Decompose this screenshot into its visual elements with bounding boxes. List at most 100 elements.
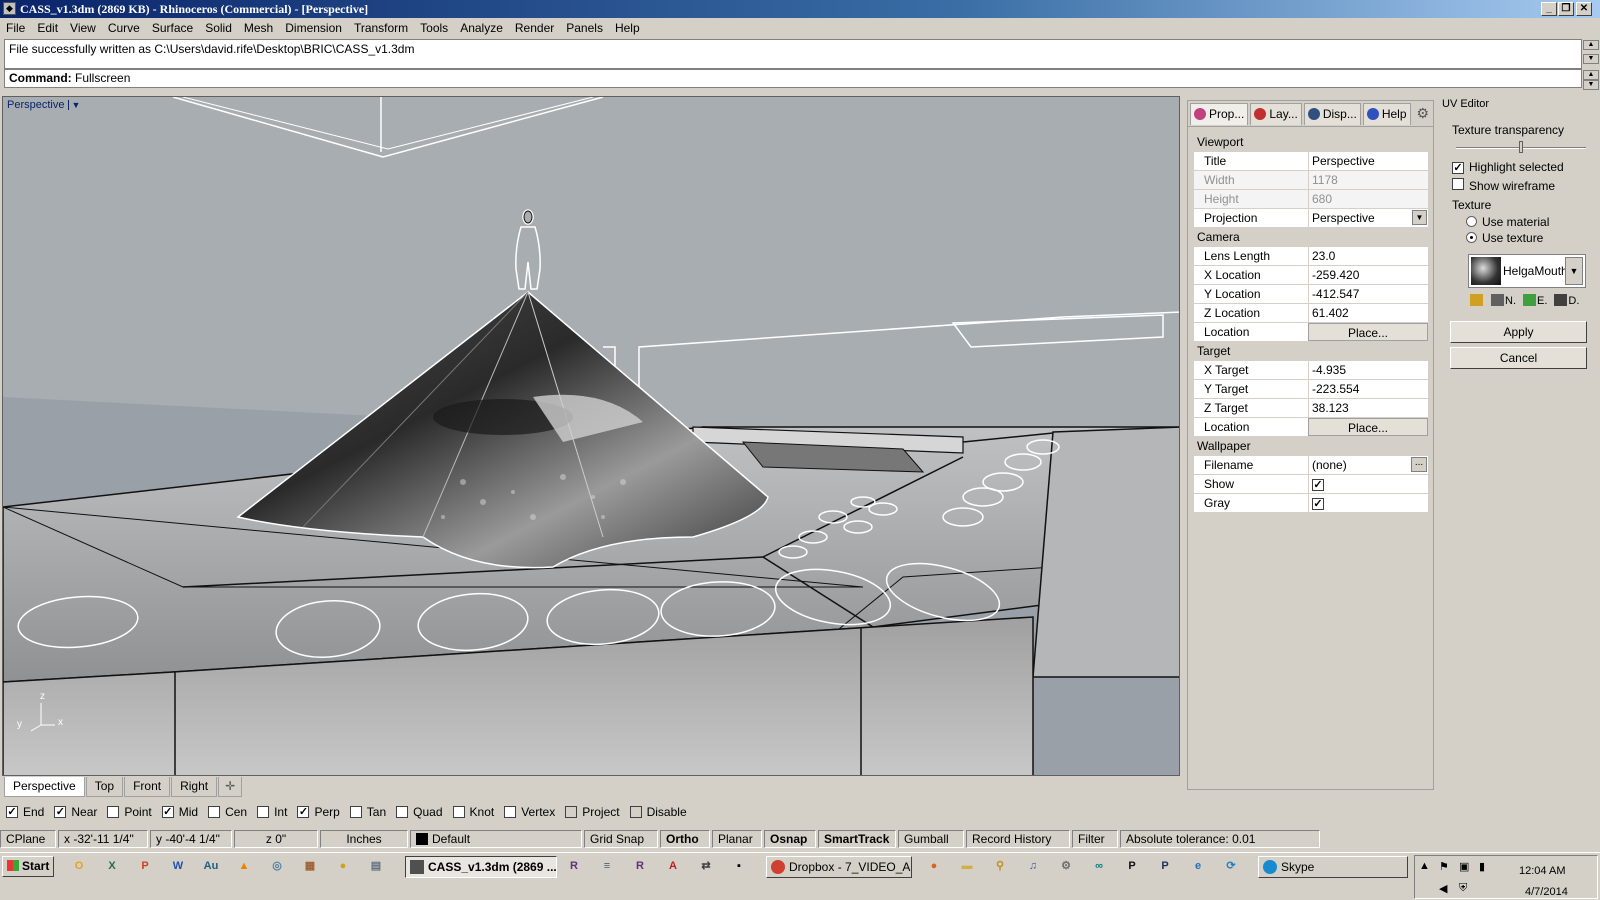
scroll-up-icon[interactable]: ▲ xyxy=(1583,70,1599,80)
use-material-radio[interactable] xyxy=(1466,216,1477,227)
outlook-icon[interactable]: O xyxy=(70,858,88,875)
chevron-up-icon[interactable]: ▲ xyxy=(1419,860,1430,872)
osnap-perp[interactable]: ✓ Perp xyxy=(297,805,340,819)
camera-place-button[interactable]: Place... xyxy=(1308,323,1428,341)
network-icon[interactable]: ▮ xyxy=(1479,860,1485,873)
record-history-toggle[interactable]: Record History xyxy=(966,830,1070,848)
planar-toggle[interactable]: Planar xyxy=(712,830,762,848)
p-icon-1[interactable]: P xyxy=(1123,858,1141,875)
osnap-end[interactable]: ✓ End xyxy=(6,805,44,819)
lens-length-field[interactable]: 23.0 xyxy=(1308,247,1428,265)
cmd-icon[interactable]: ▪ xyxy=(730,858,748,875)
osnap-checkbox[interactable]: ✓ xyxy=(6,806,18,818)
menu-edit[interactable]: Edit xyxy=(37,21,58,35)
taskbar-button-chrome[interactable]: Dropbox - 7_VIDEO_A... xyxy=(766,856,912,878)
tab-help[interactable]: Help xyxy=(1362,102,1411,125)
app-icon-3[interactable]: ● xyxy=(334,858,352,875)
ortho-toggle[interactable]: Ortho xyxy=(660,830,710,848)
command-line[interactable]: Command: Fullscreen ▲ ▼ xyxy=(4,69,1599,90)
switch-icon[interactable]: ⇄ xyxy=(697,858,715,875)
gray-checkbox[interactable]: ✓ xyxy=(1312,498,1324,510)
osnap-near[interactable]: ✓ Near xyxy=(54,805,97,819)
osnap-point[interactable]: Point xyxy=(107,805,152,819)
z-location-field[interactable]: 61.402 xyxy=(1308,304,1428,322)
app-icon-2[interactable]: ▦ xyxy=(301,858,319,875)
show-checkbox[interactable]: ✓ xyxy=(1312,479,1324,491)
search-icon[interactable]: ⚲ xyxy=(991,858,1009,875)
osnap-quad[interactable]: Quad xyxy=(396,805,443,819)
y-location-field[interactable]: -412.547 xyxy=(1308,285,1428,303)
apply-button[interactable]: Apply xyxy=(1450,321,1587,343)
itunes-icon[interactable]: ♫ xyxy=(1024,858,1042,875)
osnap-checkbox[interactable] xyxy=(396,806,409,818)
volume-icon[interactable]: ◀ xyxy=(1439,882,1447,895)
menu-curve[interactable]: Curve xyxy=(108,21,140,35)
osnap-tan[interactable]: Tan xyxy=(349,805,386,819)
command-input[interactable]: Fullscreen xyxy=(75,71,130,85)
gear-icon[interactable]: ⚙ xyxy=(1417,105,1430,122)
folder-texture-button[interactable] xyxy=(1470,294,1484,307)
target-place-button[interactable]: Place... xyxy=(1308,418,1428,436)
highlight-checkbox[interactable]: ✓ xyxy=(1452,162,1464,174)
audition-icon[interactable]: Au xyxy=(202,858,220,875)
scroll-down-icon[interactable]: ▼ xyxy=(1583,80,1599,90)
osnap-checkbox[interactable] xyxy=(107,806,120,818)
menu-file[interactable]: File xyxy=(6,21,25,35)
wallpaper-filename-field[interactable]: (none)... xyxy=(1308,456,1428,474)
osnap-knot[interactable]: Knot xyxy=(452,805,494,819)
refresh-icon[interactable]: ⟳ xyxy=(1222,858,1240,875)
start-button[interactable]: Start xyxy=(2,856,54,877)
firefox-icon[interactable]: ● xyxy=(925,858,943,875)
menu-analyze[interactable]: Analyze xyxy=(460,21,503,35)
menu-surface[interactable]: Surface xyxy=(152,21,193,35)
vlc-icon[interactable]: ▲ xyxy=(235,858,253,875)
use-texture-radio[interactable] xyxy=(1466,232,1477,243)
minimize-icon[interactable]: _ xyxy=(1541,2,1557,16)
osnap-cen[interactable]: Cen xyxy=(208,805,247,819)
viewport-title-field[interactable]: Perspective xyxy=(1308,152,1428,170)
wireframe-checkbox[interactable] xyxy=(1452,178,1464,190)
menu-solid[interactable]: Solid xyxy=(205,21,232,35)
osnap-checkbox[interactable] xyxy=(349,806,362,818)
osnap-vertex[interactable]: Vertex xyxy=(504,805,555,819)
duplicate-texture-button[interactable]: D. xyxy=(1554,294,1579,307)
app-icon-1[interactable]: ◎ xyxy=(268,858,286,875)
cplane-label[interactable]: CPlane xyxy=(0,830,56,848)
clock-date[interactable]: 4/7/2014 xyxy=(1525,886,1568,898)
cancel-button[interactable]: Cancel xyxy=(1450,347,1587,369)
new-texture-button[interactable]: N. xyxy=(1491,294,1516,307)
osnap-checkbox[interactable]: ✓ xyxy=(297,806,310,818)
osnap-checkbox[interactable] xyxy=(565,806,578,818)
osnap-int[interactable]: Int xyxy=(257,805,287,819)
gumball-toggle[interactable]: Gumball xyxy=(898,830,964,848)
tab-layers[interactable]: Lay... xyxy=(1250,102,1302,125)
app-icon-5[interactable]: R xyxy=(565,858,583,875)
viewport-title[interactable]: Perspective ▼ xyxy=(7,99,80,111)
close-icon[interactable]: ✕ xyxy=(1576,2,1592,16)
units-label[interactable]: Inches xyxy=(320,830,408,848)
smarttrack-toggle[interactable]: SmartTrack xyxy=(818,830,896,848)
scroll-down-icon[interactable]: ▼ xyxy=(1583,54,1599,64)
use-texture-option[interactable]: Use texture xyxy=(1466,231,1543,245)
menu-render[interactable]: Render xyxy=(515,21,554,35)
powerpoint-icon[interactable]: P xyxy=(136,858,154,875)
scroll-up-icon[interactable]: ▲ xyxy=(1583,40,1599,50)
projection-select[interactable]: Perspective ▼ xyxy=(1308,209,1428,227)
acrobat-icon[interactable]: A xyxy=(664,858,682,875)
edit-texture-button[interactable]: E. xyxy=(1523,294,1547,307)
osnap-checkbox[interactable] xyxy=(257,806,270,818)
app-icon-7[interactable]: R xyxy=(631,858,649,875)
tab-front[interactable]: Front xyxy=(124,777,171,797)
use-material-option[interactable]: Use material xyxy=(1466,215,1549,229)
osnap-disable[interactable]: Disable xyxy=(629,805,687,819)
osnap-project[interactable]: Project xyxy=(565,805,620,819)
browse-button[interactable]: ... xyxy=(1411,457,1427,472)
layer-indicator[interactable]: Default xyxy=(410,830,582,848)
add-viewport-icon[interactable]: ✛ xyxy=(218,777,243,797)
x-location-field[interactable]: -259.420 xyxy=(1308,266,1428,284)
osnap-checkbox[interactable] xyxy=(208,806,221,818)
clock-time[interactable]: 12:04 AM xyxy=(1519,865,1565,877)
osnap-checkbox[interactable]: ✓ xyxy=(54,806,67,818)
menu-transform[interactable]: Transform xyxy=(354,21,408,35)
highlight-option[interactable]: ✓ Highlight selected xyxy=(1452,160,1564,174)
